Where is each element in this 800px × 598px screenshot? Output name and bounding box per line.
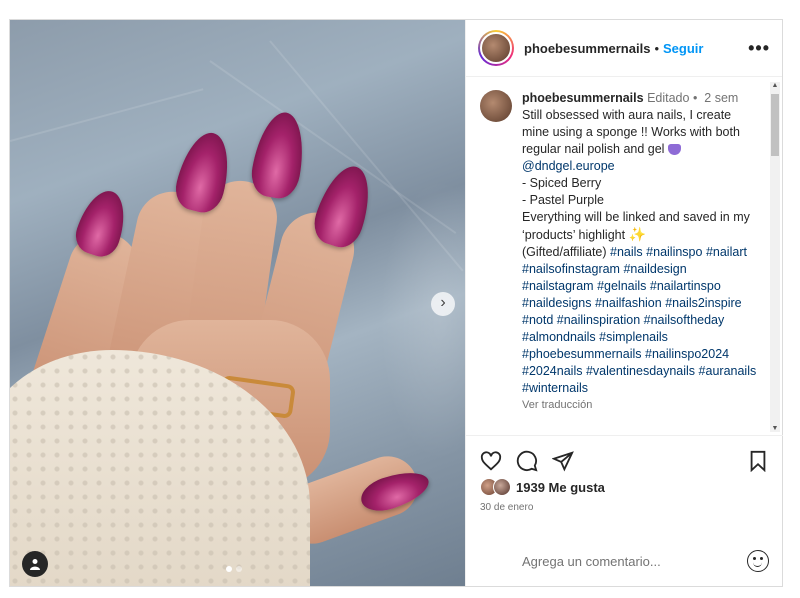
scrollbar-thumb[interactable] bbox=[771, 94, 779, 156]
like-button[interactable] bbox=[480, 450, 502, 472]
hashtag-link[interactable]: #valentinesdaynails bbox=[586, 364, 695, 378]
mention-link[interactable]: @dndgel.europe bbox=[522, 158, 758, 175]
bookmark-icon bbox=[750, 450, 766, 472]
post-date[interactable]: 30 de enero bbox=[466, 496, 783, 513]
hashtag-link[interactable]: #nailinspiration bbox=[557, 313, 640, 327]
caption-dot: • bbox=[692, 91, 698, 105]
carousel-dot bbox=[226, 566, 232, 572]
hashtag-link[interactable]: #2024nails bbox=[522, 364, 582, 378]
tagged-users-button[interactable] bbox=[22, 551, 48, 577]
person-icon bbox=[30, 559, 40, 570]
sparkles-icon: ✨ bbox=[628, 226, 646, 242]
liker-avatar bbox=[493, 478, 511, 496]
follow-button[interactable]: Seguir bbox=[663, 41, 703, 56]
likes-count[interactable]: 1939 Me gusta bbox=[516, 480, 605, 495]
carousel-indicator bbox=[226, 566, 242, 572]
comment-bar bbox=[466, 536, 783, 586]
caption-area[interactable]: phoebesummernails Editado • 2 sem Still … bbox=[466, 78, 783, 435]
hashtag-link[interactable]: #phoebesummernails bbox=[522, 347, 642, 361]
hashtag-link[interactable]: #nailsofinstagram bbox=[522, 262, 620, 276]
hashtag-link[interactable]: #simplenails bbox=[599, 330, 668, 344]
caption-line: - Spiced Berry bbox=[522, 176, 602, 190]
scroll-up-icon[interactable]: ▲ bbox=[770, 82, 780, 89]
hashtag-link[interactable]: #nailsoftheday bbox=[644, 313, 725, 327]
hashtag-link[interactable]: #winternails bbox=[522, 381, 588, 395]
hashtag-link[interactable]: #nailart bbox=[706, 245, 747, 259]
save-button[interactable] bbox=[747, 450, 769, 472]
hashtag-link[interactable]: #auranails bbox=[699, 364, 757, 378]
chevron-right-icon: › bbox=[440, 294, 446, 311]
post-sidebar: phoebesummernails • Seguir ••• phoebesum… bbox=[465, 20, 783, 586]
post-dialog: › phoebesummernails • Seguir ••• phoebes… bbox=[9, 19, 783, 587]
scroll-down-icon[interactable]: ▼ bbox=[770, 425, 780, 432]
hashtag-link[interactable]: #nailfashion bbox=[595, 296, 662, 310]
caption-avatar[interactable] bbox=[480, 90, 512, 122]
hashtag-link[interactable]: #almondnails bbox=[522, 330, 596, 344]
hashtag-link[interactable]: #nailinspo2024 bbox=[645, 347, 729, 361]
profile-avatar[interactable] bbox=[478, 30, 514, 66]
carousel-dot bbox=[236, 566, 242, 572]
purple-heart-icon bbox=[667, 144, 681, 156]
more-options-icon[interactable]: ••• bbox=[748, 38, 770, 59]
caption-line: Still obsessed with aura nails, I create… bbox=[522, 108, 740, 156]
send-icon bbox=[552, 451, 574, 472]
comment-button[interactable] bbox=[516, 450, 538, 472]
post-header: phoebesummernails • Seguir ••• bbox=[466, 20, 782, 77]
hashtag-link[interactable]: #notd bbox=[522, 313, 553, 327]
caption-scrollbar[interactable]: ▲ ▼ bbox=[770, 82, 780, 432]
hashtag-link[interactable]: #nailinspo bbox=[646, 245, 702, 259]
denim-texture bbox=[10, 88, 204, 142]
comment-icon bbox=[516, 450, 538, 472]
comment-input[interactable] bbox=[522, 553, 747, 569]
header-username[interactable]: phoebesummernails bbox=[524, 41, 650, 56]
caption-text: phoebesummernails Editado • 2 sem Still … bbox=[522, 90, 758, 414]
heart-icon bbox=[480, 451, 502, 471]
caption-line: (Gifted/affiliate) bbox=[522, 245, 607, 259]
hashtag-link[interactable]: #nailstagram bbox=[522, 279, 594, 293]
caption-line: - Pastel Purple bbox=[522, 193, 604, 207]
hashtag-link[interactable]: #naildesign bbox=[623, 262, 686, 276]
caption-username[interactable]: phoebesummernails bbox=[522, 91, 644, 105]
post-age[interactable]: 2 sem bbox=[704, 91, 738, 105]
hashtag-link[interactable]: #nailartinspo bbox=[650, 279, 721, 293]
header-separator: • bbox=[654, 40, 659, 56]
share-button[interactable] bbox=[552, 450, 574, 472]
likes-row[interactable]: 1939 Me gusta bbox=[466, 472, 783, 496]
hashtag-link[interactable]: #nails bbox=[610, 245, 643, 259]
see-translation-link[interactable]: Ver traducción bbox=[522, 397, 758, 414]
edited-label: Editado bbox=[647, 91, 690, 105]
hashtag-link[interactable]: #nails2inspire bbox=[665, 296, 741, 310]
hashtag-link[interactable]: #gelnails bbox=[597, 279, 646, 293]
post-image[interactable]: › bbox=[10, 20, 465, 586]
post-actions: 1939 Me gusta 30 de enero bbox=[466, 435, 783, 586]
hashtag-link[interactable]: #naildesigns bbox=[522, 296, 592, 310]
emoji-icon[interactable] bbox=[747, 550, 769, 572]
next-image-button[interactable]: › bbox=[431, 292, 455, 316]
